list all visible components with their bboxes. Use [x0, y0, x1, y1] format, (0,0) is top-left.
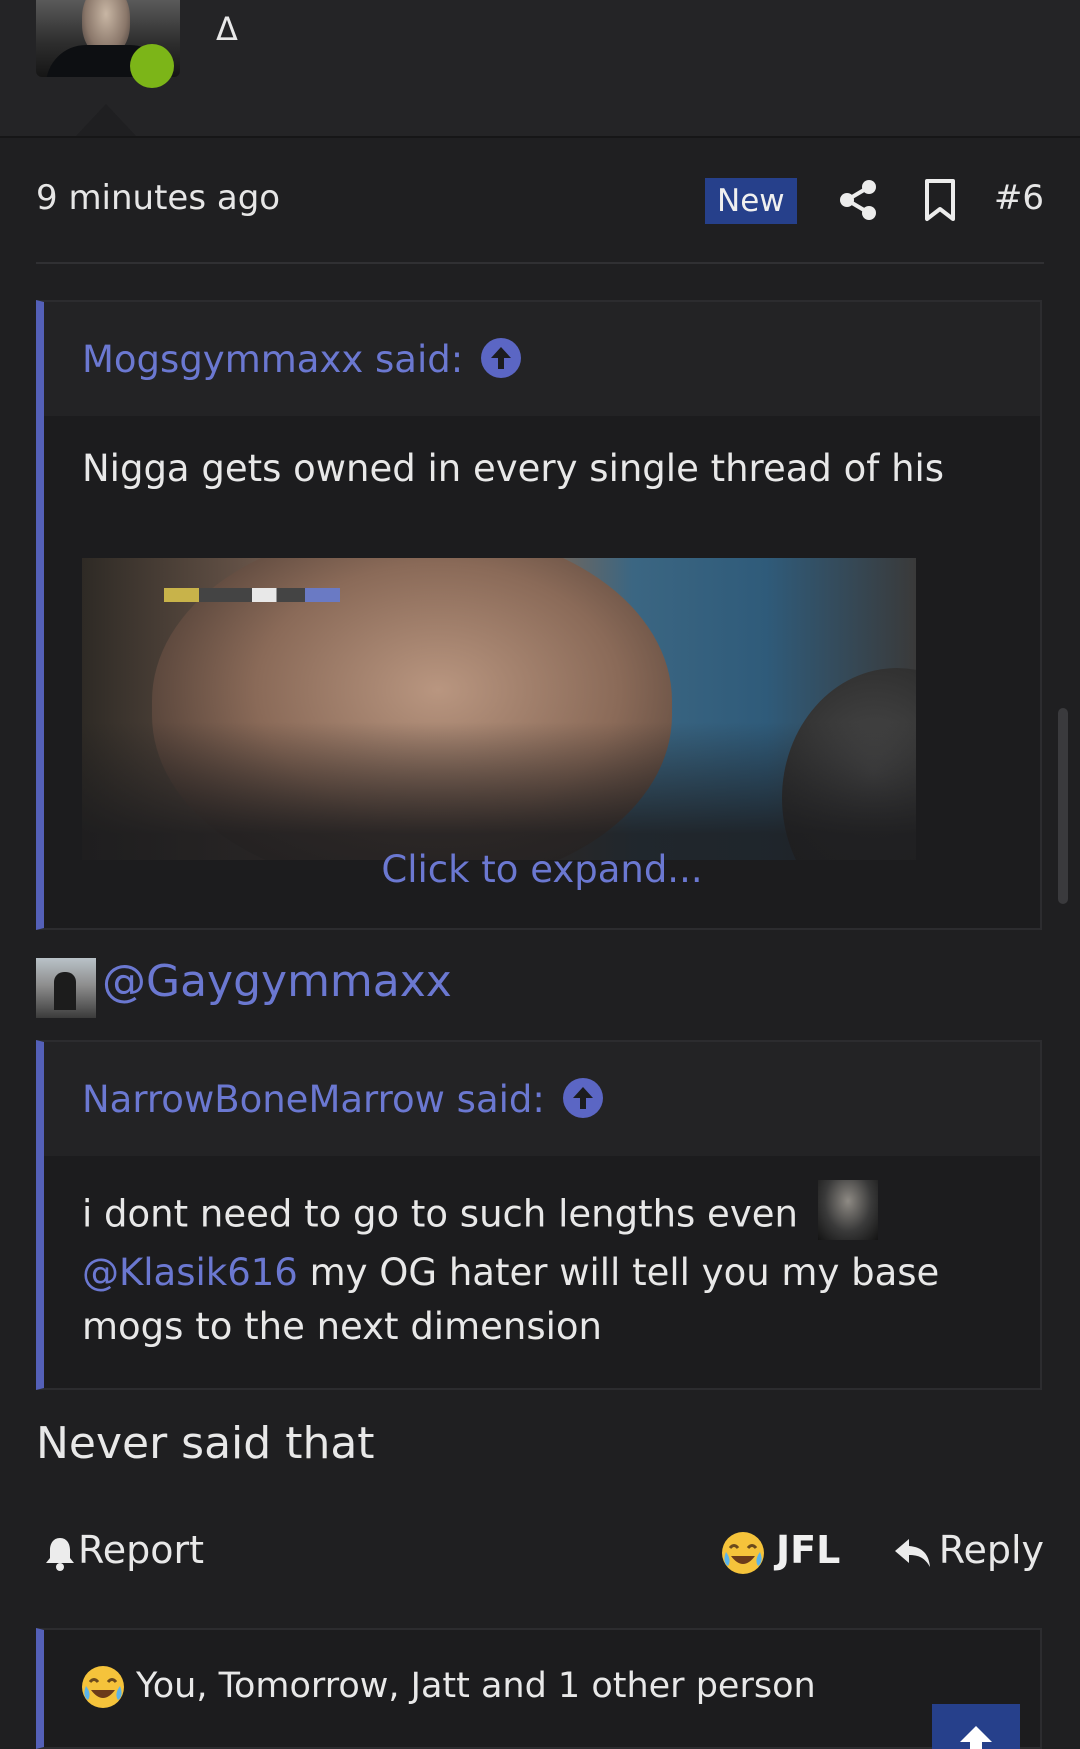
- reactions-bar[interactable]: You, Tomorrow, Jatt and 1 other person: [36, 1628, 1042, 1749]
- quote-header: Mogsgymmaxx said:: [44, 302, 1040, 416]
- user-strip: Δ: [0, 0, 1080, 138]
- post-meta: 9 minutes ago New #6: [36, 170, 1044, 230]
- reply-arrow-icon: [894, 1538, 930, 1567]
- strip-pointer: [76, 104, 136, 136]
- bell-icon: [46, 1537, 74, 1571]
- click-to-expand-link[interactable]: Click to expand...: [44, 848, 1040, 891]
- scrollbar-thumb[interactable]: [1058, 708, 1068, 904]
- share-icon[interactable]: [836, 178, 880, 222]
- jfl-reaction-button[interactable]: JFL: [720, 1528, 840, 1576]
- quote-author[interactable]: NarrowBoneMarrow said:: [82, 1078, 545, 1121]
- mention-link[interactable]: @Klasik616: [82, 1251, 298, 1294]
- reply-button[interactable]: Reply: [893, 1528, 1044, 1572]
- gif-scorebar: [164, 588, 340, 602]
- post-actions: Report JFL Reply: [36, 1520, 1044, 1584]
- mention-link[interactable]: @Gaygymmaxx: [102, 956, 452, 1007]
- crying-laughing-emoji-icon: [82, 1666, 124, 1708]
- post-time[interactable]: 9 minutes ago: [36, 178, 280, 218]
- quote-block: Mogsgymmaxx said: Nigga gets owned in ev…: [36, 300, 1042, 930]
- quote-author-line[interactable]: NarrowBoneMarrow said:: [82, 1077, 603, 1122]
- quote-body: i dont need to go to such lengths even @…: [44, 1156, 1040, 1353]
- bookmark-icon[interactable]: [920, 178, 960, 222]
- quote-text: Nigga gets owned in every single thread …: [82, 447, 945, 490]
- thread-page: Δ 9 minutes ago New #6 Mogsgymmaxx said:…: [0, 0, 1080, 1749]
- mention-avatar[interactable]: [36, 958, 96, 1018]
- post-body-text: Never said that: [36, 1418, 375, 1469]
- report-label: Report: [78, 1528, 204, 1572]
- reply-label: Reply: [938, 1528, 1044, 1572]
- quote-block: NarrowBoneMarrow said: i dont need to go…: [36, 1040, 1042, 1390]
- scroll-to-top-button[interactable]: [932, 1704, 1020, 1749]
- crying-laughing-emoji-icon: [722, 1531, 764, 1574]
- inline-user-avatar[interactable]: [817, 1180, 878, 1240]
- online-status-dot: [130, 44, 174, 88]
- user-title: Δ: [216, 10, 238, 48]
- quote-fade: [82, 722, 916, 862]
- gif-sign: [642, 568, 812, 688]
- jfl-label: JFL: [776, 1528, 841, 1572]
- quote-header: NarrowBoneMarrow said:: [44, 1042, 1040, 1156]
- quote-body: Nigga gets owned in every single thread …: [44, 416, 1040, 496]
- jump-to-quote-icon[interactable]: [562, 1077, 603, 1118]
- arrow-up-icon: [960, 1726, 992, 1749]
- quote-author[interactable]: Mogsgymmaxx said:: [82, 338, 463, 381]
- reactions-summary[interactable]: You, Tomorrow, Jatt and 1 other person: [80, 1664, 816, 1710]
- jump-to-quote-icon[interactable]: [481, 337, 522, 378]
- quote-author-line[interactable]: Mogsgymmaxx said:: [82, 337, 522, 382]
- new-badge: New: [705, 178, 797, 224]
- quote-text-start: i dont need to go to such lengths even: [82, 1192, 798, 1236]
- divider: [36, 262, 1044, 264]
- post-number[interactable]: #6: [994, 178, 1044, 218]
- reactions-text: You, Tomorrow, Jatt and 1 other person: [136, 1666, 816, 1706]
- report-button[interactable]: Report: [44, 1528, 204, 1572]
- avatar-figure: [54, 972, 76, 1010]
